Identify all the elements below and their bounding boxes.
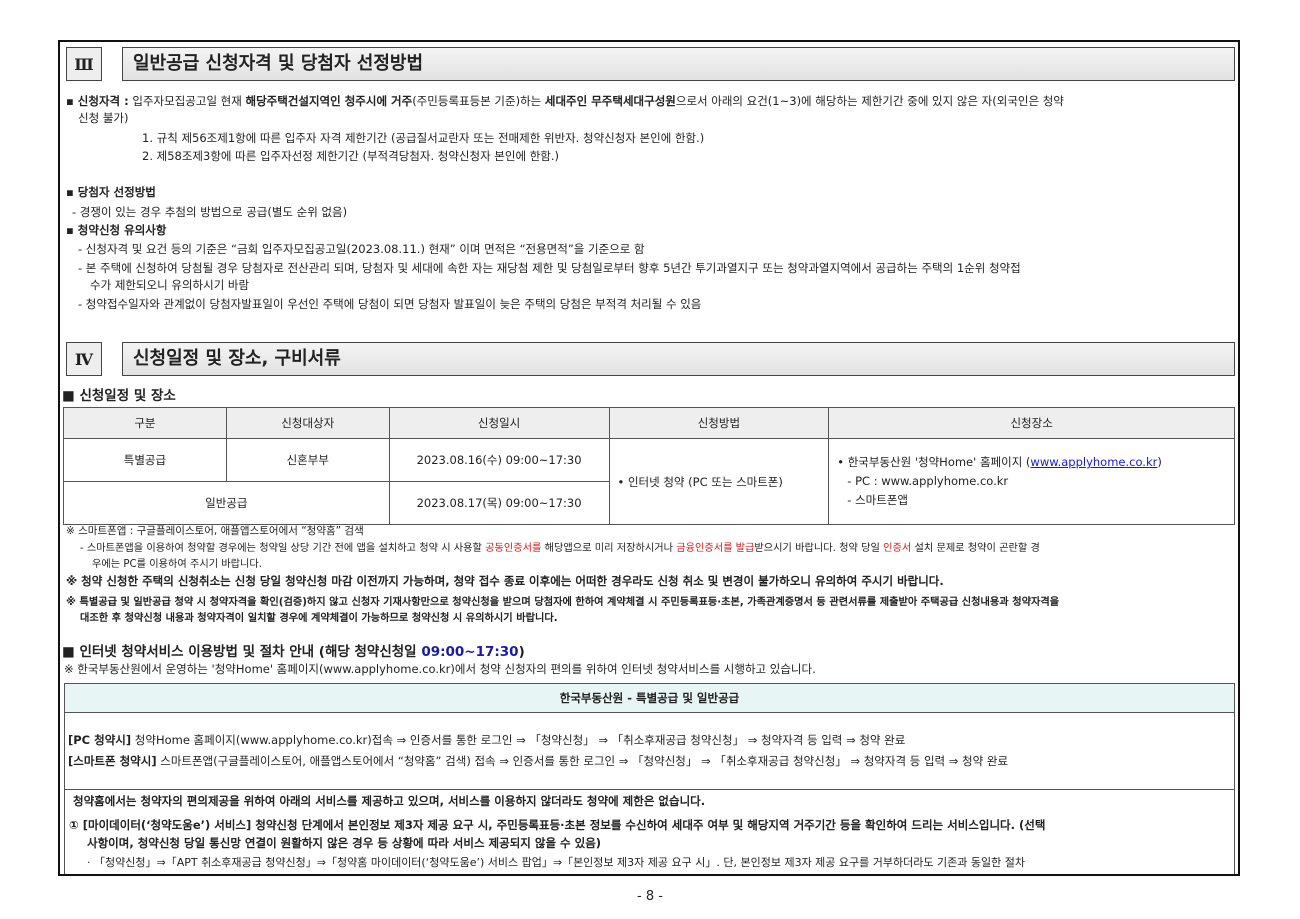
note-smartphone-detail: - 스마트폰앱을 이용하여 청약할 경우에는 청약일 상당 기간 전에 앱을 설… <box>80 540 1040 557</box>
internet-heading-time: 09:00~17:30 <box>421 644 519 660</box>
place-close: ) <box>1157 455 1162 469</box>
note-verification: ※ 특별공급 및 일반공급 청약 시 청약자격을 확인(검증)하지 않고 신청자… <box>66 597 1060 608</box>
smartphone-label: [스마트폰 청약시] <box>68 754 157 768</box>
caution-2-continued: 수가 제한되오니 유의하시기 바람 <box>90 278 250 292</box>
note-cancel: ※ 청약 신청한 주택의 신청취소는 신청 당일 청약신청 마감 이전까지 가능… <box>66 574 944 588</box>
note-detail-c: 받으시기 바랍니다. 청약 당일 <box>754 543 884 554</box>
rule-1: 1. 규칙 제56조제1항에 따른 입주자 자격 제한기간 (공급질서교란자 또… <box>142 131 705 145</box>
cell-method: • 인터넷 청약 (PC 또는 스마트폰) <box>608 438 830 525</box>
note-detail-a: - 스마트폰앱을 이용하여 청약할 경우에는 청약일 상당 기간 전에 앱을 설… <box>80 543 486 554</box>
pc-procedure: [PC 청약시] 청약Home 홈페이지(www.applyhome.co.kr… <box>68 732 905 749</box>
section-3-number: Ⅲ <box>66 47 102 81</box>
place-text: • 한국부동산원 '청약Home' 홈페이지 ( <box>837 455 1031 469</box>
caution-1: - 신청자격 및 요건 등의 기준은 “금회 입주자모집공고일(2023.08.… <box>78 242 645 256</box>
note-detail-d: 설치 문제로 청약이 곤란할 경 <box>911 543 1040 554</box>
caution-3: - 청약접수일자와 관계없이 당첨자발표일이 우선인 주택에 당첨이 되면 당첨… <box>78 297 702 311</box>
header-datetime: 신청일시 <box>388 407 610 439</box>
schedule-heading: ■ 신청일정 및 장소 <box>62 388 176 404</box>
internet-heading: ■ 인터넷 청약서비스 이용방법 및 절차 안내 (해당 청약신청일 09:00… <box>62 640 525 660</box>
pc-text: 청약Home 홈페이지(www.applyhome.co.kr)접속 ⇒ 인증서… <box>131 733 906 747</box>
smartphone-procedure: [스마트폰 청약시] 스마트폰앱(구글플레이스토어, 애플앱스토어에서 “청약홈… <box>68 753 1008 770</box>
note-detail-fin-cert: 금융인증서를 발급 <box>676 543 755 554</box>
cell-general-date: 2023.08.17(목) 09:00~17:30 <box>388 481 610 525</box>
qualification-line: ▪ 신청자격 : 입주자모집공고일 현재 해당주택건설지역인 청주시에 거주(주… <box>66 93 1064 110</box>
caution-heading: ▪ 청약신청 유의사항 <box>66 223 167 237</box>
internet-subtext: ※ 한국부동산원에서 운영하는 '청약Home' 홈페이지(www.applyh… <box>64 662 816 676</box>
note-detail-cert2: 인증서 <box>883 543 912 554</box>
internet-heading-close: ) <box>518 644 525 660</box>
note-verification-cont: 대조한 후 청약신청 내용과 청약자격이 일치할 경우에 계약체결이 가능하므로… <box>80 613 558 624</box>
place-main: • 한국부동산원 '청약Home' 홈페이지 (www.applyhome.co… <box>837 453 1233 472</box>
smartphone-text: 스마트폰앱(구글플레이스토어, 애플앱스토어에서 “청약홈” 검색) 접속 ⇒ … <box>156 754 1009 768</box>
qualification-text-e: 으로서 아래의 요건(1~3)에 해당하는 제한기간 중에 있지 않은 자(외국… <box>675 94 1064 108</box>
rule-2: 2. 제58조제3항에 따른 입주자선정 제한기간 (부적격당첨자. 청약신청자… <box>142 149 560 163</box>
cell-special-date: 2023.08.16(수) 09:00~17:30 <box>388 438 610 482</box>
header-method: 신청방법 <box>608 407 830 439</box>
internet-heading-text: ■ 인터넷 청약서비스 이용방법 및 절차 안내 (해당 청약신청일 <box>62 644 422 660</box>
procedure-box: [PC 청약시] 청약Home 홈페이지(www.applyhome.co.kr… <box>64 712 1235 790</box>
service-1-steps: · 「청약신청」⇒「APT 취소후재공급 청약신청」⇒「청약홈 마이데이터(‘청… <box>87 856 1025 869</box>
note-detail-cert: 공동인증서를 <box>485 543 542 554</box>
schedule-table: 구분 신청대상자 신청일시 신청방법 신청장소 특별공급 신혼부부 2023.0… <box>63 407 1235 525</box>
note-smartphone-detail-cont: 우에는 PC를 이용하여 주시기 바랍니다. <box>92 559 263 570</box>
qualification-region: 해당주택건설지역인 청주시에 거주 <box>245 94 413 108</box>
cell-newlyweds: 신혼부부 <box>225 438 390 482</box>
header-category: 구분 <box>63 407 227 439</box>
place-app: - 스마트폰앱 <box>847 493 908 507</box>
service-box: 청약홈에서는 청약자의 편의제공을 위하여 아래의 서비스를 제공하고 있으며,… <box>64 789 1235 874</box>
page-number: - 8 - <box>637 889 663 904</box>
section-4-number: Ⅳ <box>66 342 102 376</box>
note-detail-b: 해당앱으로 미리 저장하시거나 <box>541 543 677 554</box>
cell-special-supply: 특별공급 <box>63 438 227 482</box>
qualification-text-c: (주민등록표등본 기준)하는 <box>412 94 545 108</box>
service-intro: 청약홈에서는 청약자의 편의제공을 위하여 아래의 서비스를 제공하고 있으며,… <box>73 794 706 808</box>
qualification-label: ▪ 신청자격 : <box>66 94 129 108</box>
table-header-row: 구분 신청대상자 신청일시 신청방법 신청장소 <box>63 407 1235 439</box>
table-row: 특별공급 신혼부부 2023.08.16(수) 09:00~17:30 • 인터… <box>63 438 1235 525</box>
qualification-household: 세대주인 무주택세대구성원 <box>544 94 676 108</box>
section-3-title: 일반공급 신청자격 및 당첨자 선정방법 <box>122 47 1235 81</box>
note-smartphone-app: ※ 스마트폰앱 : 구글플레이스토어, 애플앱스토어에서 “청약홈” 검색 <box>66 525 364 537</box>
service-1-continued: 사항이며, 청약신청 당일 통신망 연결이 원활하지 않은 경우 등 상황에 따… <box>87 836 602 850</box>
qualification-continued: 신청 불가) <box>78 111 129 125</box>
section-4-title: 신청일정 및 장소, 구비서류 <box>122 342 1235 376</box>
service-1: ① [마이데이터(‘청약도움e’) 서비스] 청약신청 단계에서 본인정보 제3… <box>69 818 1046 832</box>
winner-heading: ▪ 당첨자 선정방법 <box>66 185 156 199</box>
pc-label: [PC 청약시] <box>68 733 132 747</box>
header-applicant: 신청대상자 <box>225 407 390 439</box>
cell-general-supply: 일반공급 <box>63 481 390 525</box>
winner-line: - 경쟁이 있는 경우 추첨의 방법으로 공급(별도 순위 없음) <box>72 205 348 219</box>
qualification-text-a: 입주자모집공고일 현재 <box>128 94 246 108</box>
procedure-box-title: 한국부동산원 - 특별공급 및 일반공급 <box>64 683 1235 713</box>
header-place: 신청장소 <box>828 407 1235 439</box>
place-pc: - PC : www.applyhome.co.kr <box>847 474 1009 488</box>
applyhome-link[interactable]: www.applyhome.co.kr <box>1030 455 1157 469</box>
caution-2: - 본 주택에 신청하여 당첨될 경우 당첨자로 전산관리 되며, 당첨자 및 … <box>78 261 1021 275</box>
cell-place: • 한국부동산원 '청약Home' 홈페이지 (www.applyhome.co… <box>828 438 1235 525</box>
